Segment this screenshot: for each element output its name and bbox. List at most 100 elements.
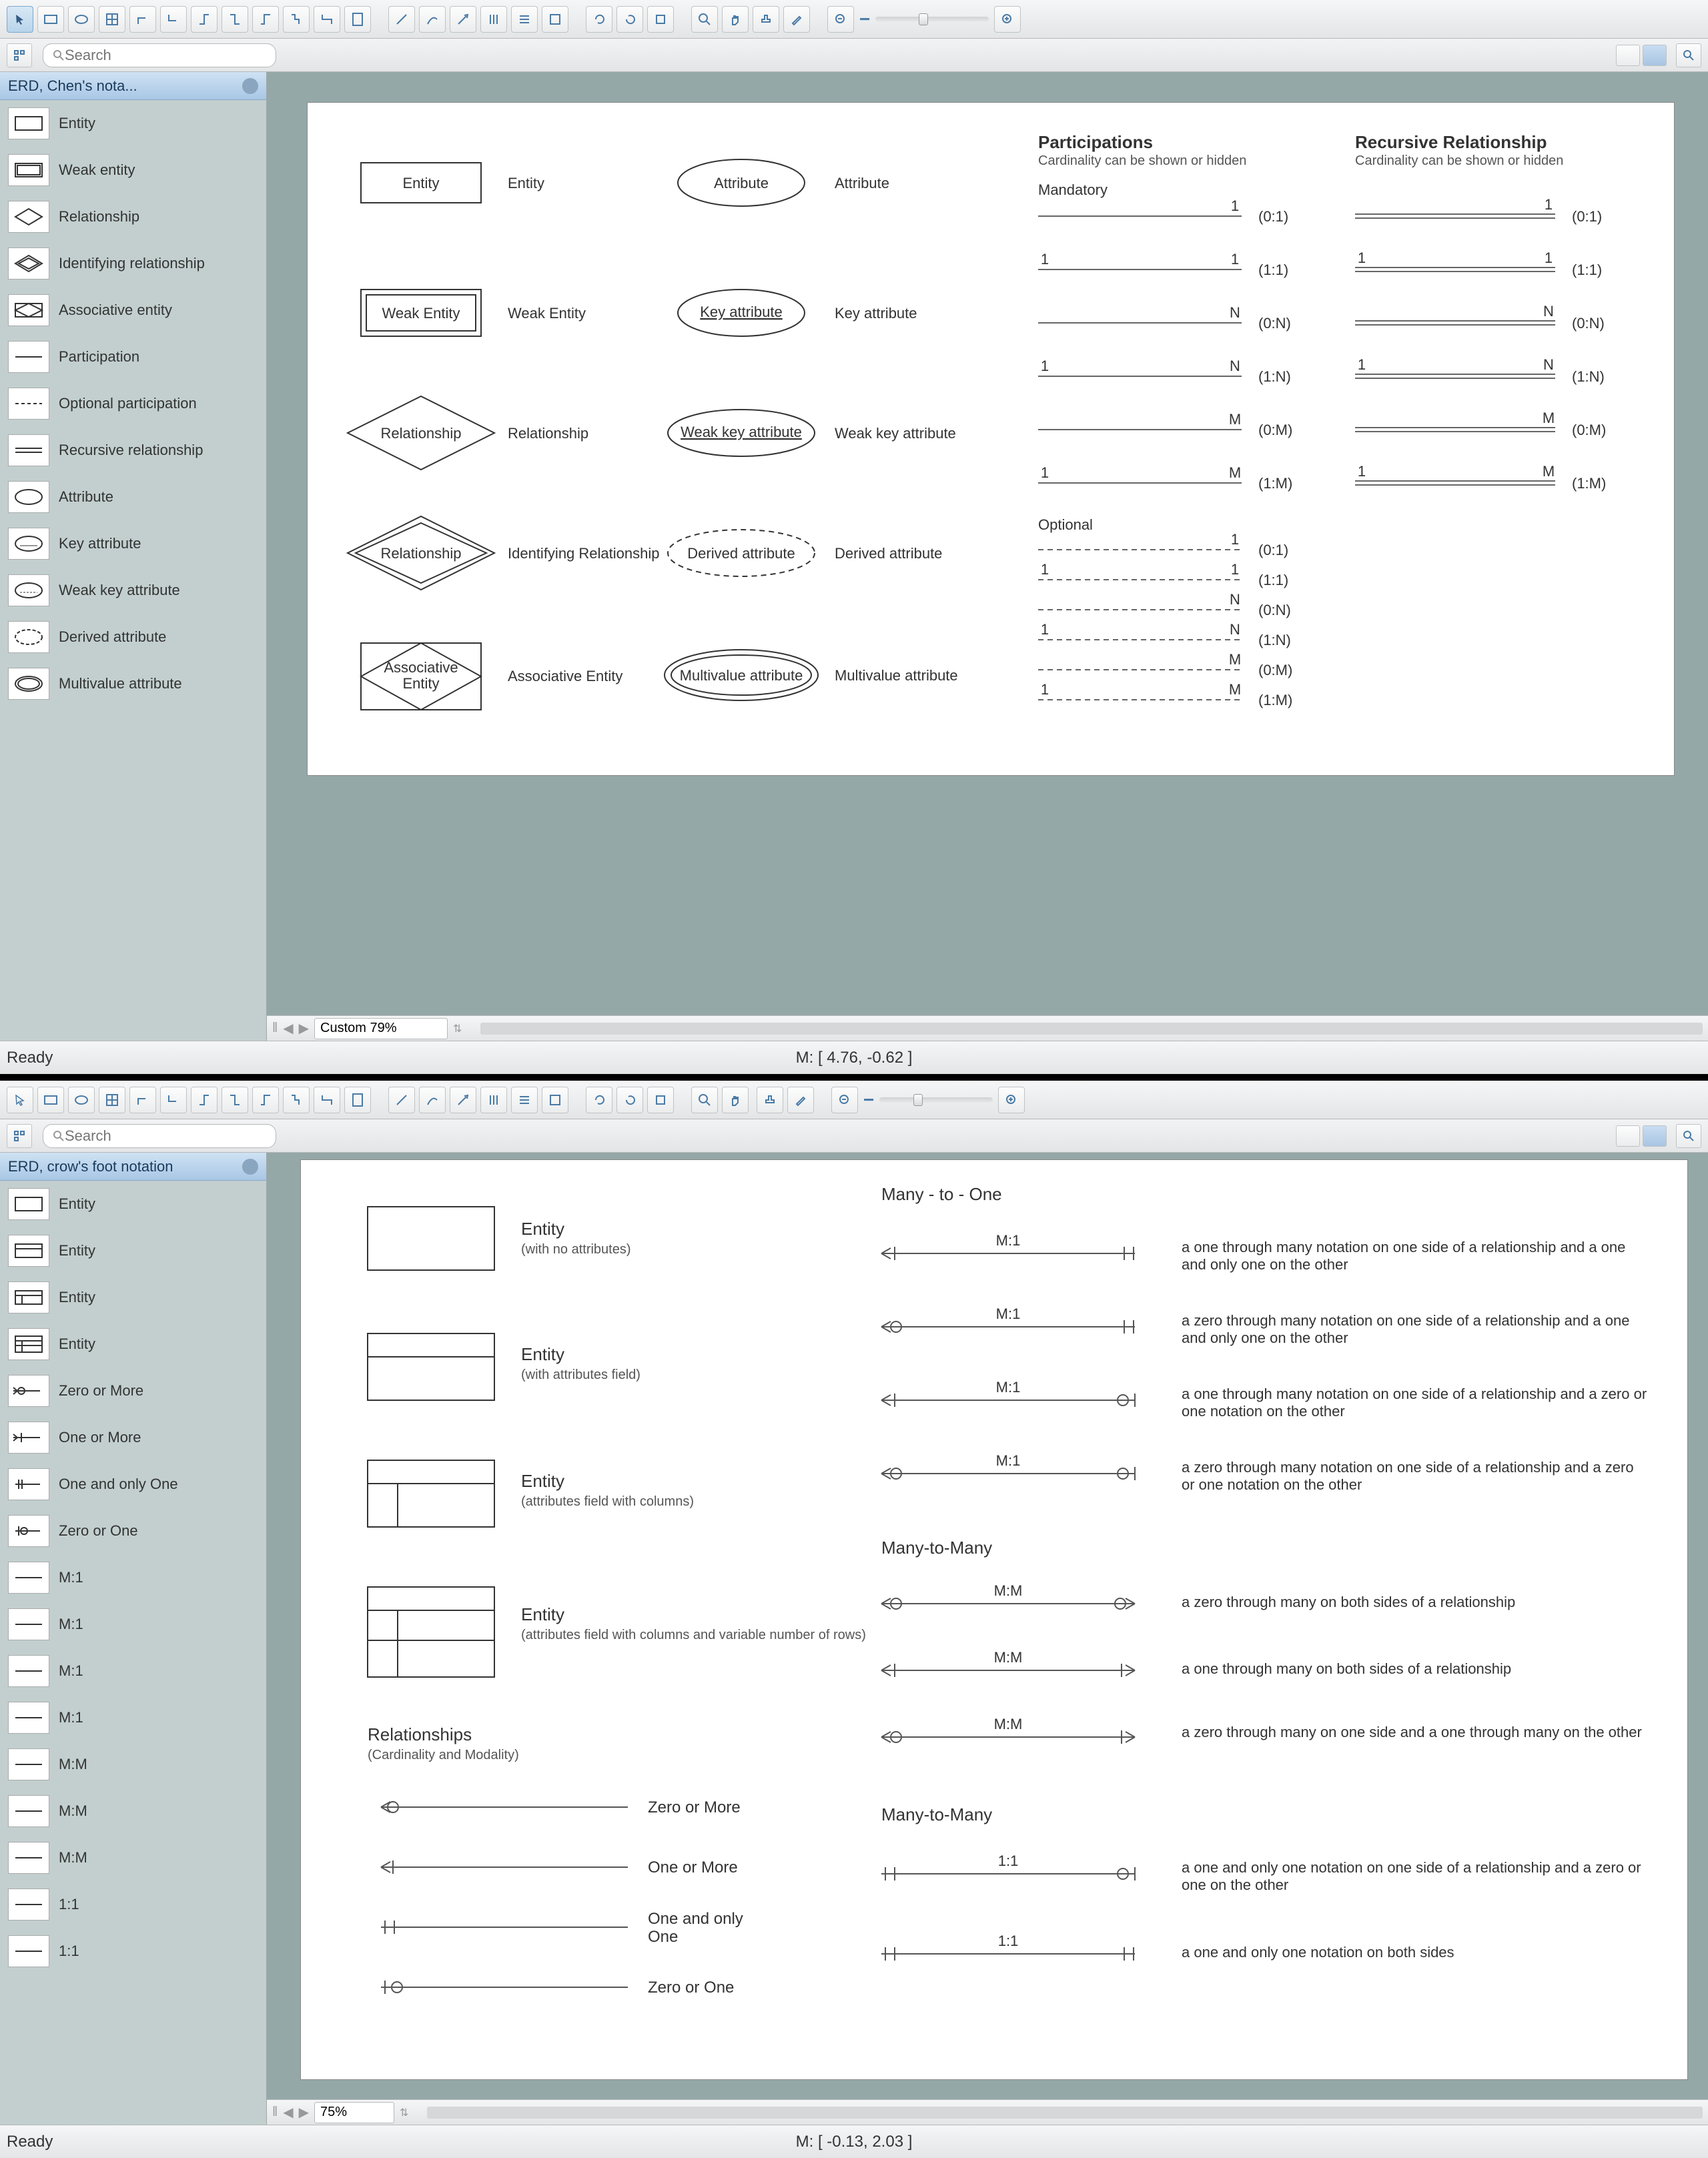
stencil-one-or-more[interactable]: One or More <box>0 1414 266 1461</box>
zoom-minus[interactable]: − <box>859 9 870 30</box>
stencil-zero-or-more[interactable]: Zero or More <box>0 1368 266 1414</box>
zoom-track[interactable] <box>875 17 989 22</box>
connector-3[interactable] <box>191 1087 218 1113</box>
page-nav-start[interactable]: ‖ <box>272 1021 278 1036</box>
hand-tool[interactable] <box>722 1087 749 1113</box>
stencil-entity-2[interactable]: Entity <box>0 1227 266 1274</box>
sidebar-header[interactable]: ERD, Chen's nota... <box>0 72 266 100</box>
stencil-optional-participation[interactable]: Optional participation <box>0 380 266 427</box>
connector-5[interactable] <box>252 6 279 33</box>
pointer-tool[interactable] <box>7 6 33 33</box>
close-icon[interactable] <box>242 78 258 94</box>
stencil-recursive-relationship[interactable]: Recursive relationship <box>0 427 266 474</box>
connector-1[interactable] <box>129 6 156 33</box>
zoom-minus[interactable]: − <box>863 1089 874 1111</box>
pen-tool[interactable] <box>783 6 810 33</box>
stencil-m1-4[interactable]: M:1 <box>0 1694 266 1741</box>
arrow-tool[interactable] <box>450 1087 476 1113</box>
hand-tool[interactable] <box>722 6 749 33</box>
stamp-tool[interactable] <box>753 6 779 33</box>
stencil-11-2[interactable]: 1:1 <box>0 1928 266 1975</box>
connector-7[interactable] <box>314 1087 340 1113</box>
stencil-entity[interactable]: Entity <box>0 100 266 147</box>
stencil-weak-key-attribute[interactable]: Weak key attribute <box>0 567 266 614</box>
search-panel-icon[interactable] <box>1676 1124 1701 1148</box>
grid-tool[interactable] <box>99 1087 125 1113</box>
curve-tool[interactable] <box>419 1087 446 1113</box>
stamp-tool[interactable] <box>757 1087 783 1113</box>
connector-4[interactable] <box>222 6 248 33</box>
list-view-icon[interactable] <box>1616 45 1640 66</box>
page-nav-start[interactable]: ‖ <box>272 2105 278 2120</box>
zoom-in-icon[interactable] <box>998 1087 1025 1113</box>
refresh-1[interactable] <box>586 1087 612 1113</box>
grid-view-icon[interactable] <box>1643 45 1667 66</box>
zoom-input[interactable] <box>314 2102 394 2123</box>
pen-tool[interactable] <box>787 1087 814 1113</box>
stencil-multivalue-attribute[interactable]: Multivalue attribute <box>0 660 266 707</box>
rect-tool[interactable] <box>37 6 64 33</box>
text-tool[interactable] <box>542 6 568 33</box>
connector-4[interactable] <box>222 1087 248 1113</box>
h-scrollbar[interactable] <box>427 2107 1703 2119</box>
page-nav-next[interactable]: ▶ <box>299 2104 309 2121</box>
search-input[interactable] <box>65 1127 266 1145</box>
h-scrollbar[interactable] <box>480 1023 1703 1035</box>
zoom-out-icon[interactable] <box>827 6 854 33</box>
stencil-key-attribute[interactable]: Key attribute <box>0 520 266 567</box>
vlines-tool[interactable] <box>480 6 507 33</box>
page-nav-prev[interactable]: ◀ <box>283 1020 293 1037</box>
stencil-relationship[interactable]: Relationship <box>0 193 266 240</box>
connector-6[interactable] <box>283 6 310 33</box>
stencil-attribute[interactable]: Attribute <box>0 474 266 520</box>
sidebar-header[interactable]: ERD, crow's foot notation <box>0 1153 266 1181</box>
hlines-tool[interactable] <box>511 1087 538 1113</box>
search-panel-icon[interactable] <box>1676 43 1701 67</box>
line-tool[interactable] <box>388 6 415 33</box>
text-tool[interactable] <box>542 1087 568 1113</box>
stencil-entity-1[interactable]: Entity <box>0 1181 266 1227</box>
stencil-entity-4[interactable]: Entity <box>0 1321 266 1368</box>
refresh-3[interactable] <box>647 6 674 33</box>
stencil-one-and-only-one[interactable]: One and only One <box>0 1461 266 1508</box>
ellipse-tool[interactable] <box>68 1087 95 1113</box>
hlines-tool[interactable] <box>511 6 538 33</box>
ellipse-tool[interactable] <box>68 6 95 33</box>
grid-view-icon[interactable] <box>1643 1125 1667 1147</box>
connector-5[interactable] <box>252 1087 279 1113</box>
stencil-m1-3[interactable]: M:1 <box>0 1648 266 1694</box>
rect-tool[interactable] <box>37 1087 64 1113</box>
zoom-out-icon[interactable] <box>831 1087 858 1113</box>
connector-7[interactable] <box>314 6 340 33</box>
zoom-in-icon[interactable] <box>994 6 1021 33</box>
stencil-m1-2[interactable]: M:1 <box>0 1601 266 1648</box>
page-tool[interactable] <box>344 1087 371 1113</box>
page-tool[interactable] <box>344 6 371 33</box>
zoom-input[interactable] <box>314 1018 448 1039</box>
vlines-tool[interactable] <box>480 1087 507 1113</box>
list-view-icon[interactable] <box>1616 1125 1640 1147</box>
stencil-mm-3[interactable]: M:M <box>0 1834 266 1881</box>
close-icon[interactable] <box>242 1159 258 1175</box>
stencil-identifying-relationship[interactable]: Identifying relationship <box>0 240 266 287</box>
search-input[interactable] <box>65 47 266 64</box>
zoom-track[interactable] <box>879 1097 993 1103</box>
search-box[interactable] <box>43 1124 276 1148</box>
canvas-area[interactable]: Entity Entity Weak Entity Weak Entity Re… <box>267 72 1708 1041</box>
zoom-thumb[interactable] <box>919 13 928 25</box>
stencil-m1-1[interactable]: M:1 <box>0 1554 266 1601</box>
page-nav-prev[interactable]: ◀ <box>283 2104 293 2121</box>
arrow-tool[interactable] <box>450 6 476 33</box>
tree-view-icon[interactable] <box>7 43 32 67</box>
connector-6[interactable] <box>283 1087 310 1113</box>
stencil-11-1[interactable]: 1:1 <box>0 1881 266 1928</box>
stencil-participation[interactable]: Participation <box>0 334 266 380</box>
stencil-zero-or-one[interactable]: Zero or One <box>0 1508 266 1554</box>
zoom-thumb[interactable] <box>913 1094 923 1106</box>
line-tool[interactable] <box>388 1087 415 1113</box>
connector-1[interactable] <box>129 1087 156 1113</box>
zoom-search-icon[interactable] <box>691 1087 718 1113</box>
search-box[interactable] <box>43 43 276 67</box>
stencil-entity-3[interactable]: Entity <box>0 1274 266 1321</box>
zoom-search-icon[interactable] <box>691 6 718 33</box>
